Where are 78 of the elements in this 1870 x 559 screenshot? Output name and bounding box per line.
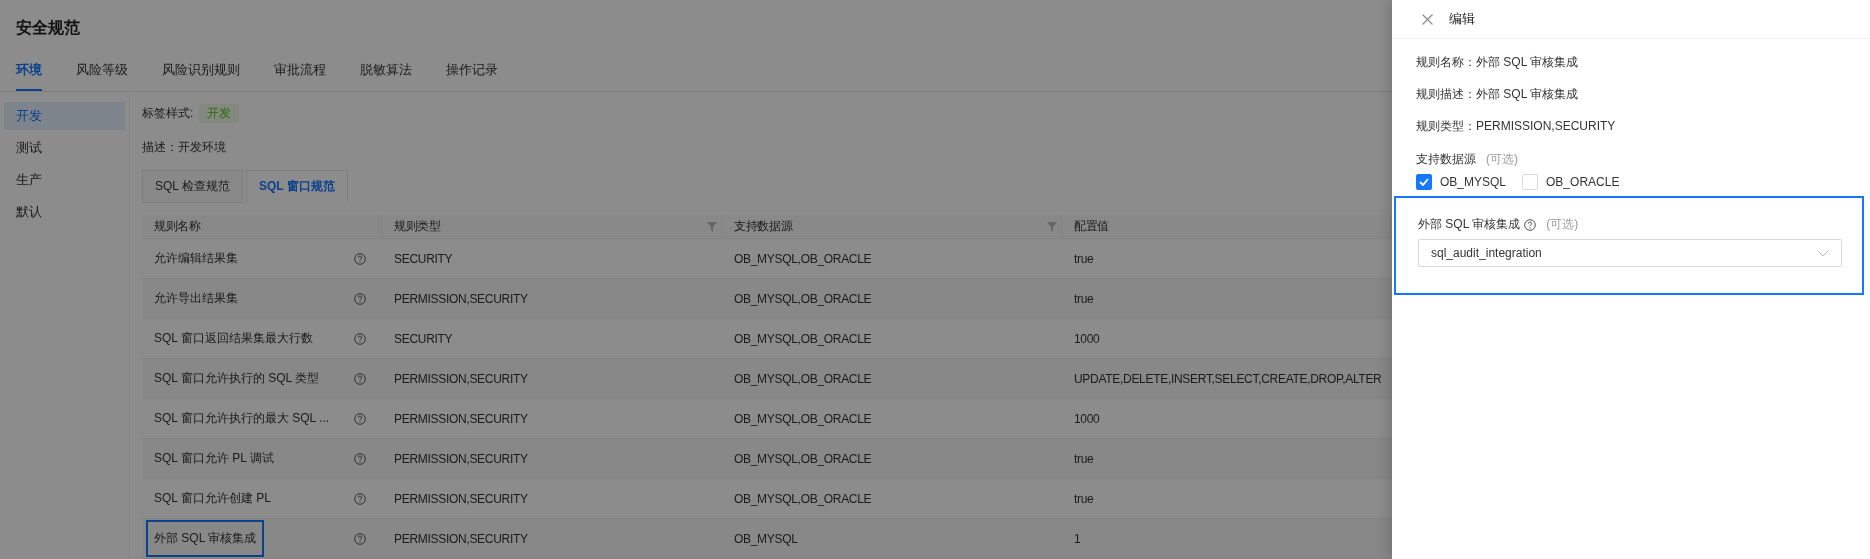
- column-header-text: 配置值: [1074, 218, 1110, 235]
- sub-tab[interactable]: SQL 检查规范: [142, 170, 243, 203]
- help-icon: [354, 252, 366, 265]
- table-cell: PERMISSION,SECURITY: [394, 291, 528, 306]
- help-icon: [1524, 218, 1537, 231]
- table-cell: true: [1074, 491, 1094, 506]
- table-cell: PERMISSION,SECURITY: [394, 531, 528, 546]
- page-title: 安全规范: [16, 19, 80, 36]
- table-cell: OB_MYSQL: [734, 531, 798, 546]
- close-icon[interactable]: [1422, 13, 1433, 25]
- checkbox-label: OB_MYSQL: [1440, 175, 1507, 189]
- table-cell: 1: [1074, 531, 1081, 546]
- help-icon: [354, 532, 366, 545]
- help-icon: [354, 292, 366, 305]
- sidebar-item[interactable]: 默认: [4, 198, 125, 226]
- tab[interactable]: 风险等级: [76, 55, 128, 91]
- table-cell-text: SQL 窗口允许执行的最大 SQL ...: [153, 410, 331, 427]
- table-cell: 1000: [1074, 331, 1100, 346]
- help-icon: [354, 332, 366, 345]
- checkbox-label: OB_ORACLE: [1546, 175, 1620, 189]
- checkbox[interactable]: [1416, 174, 1432, 190]
- table-cell: OB_MYSQL,OB_ORACLE: [734, 491, 872, 506]
- rule-detail: 规则名称：外部 SQL 审核集成: [1416, 55, 1579, 69]
- optional-hint: (可选): [1486, 151, 1518, 168]
- field-label: 外部 SQL 审核集成: [1418, 216, 1521, 233]
- optional-hint: (可选): [1546, 216, 1579, 233]
- rule-detail: 规则类型：PERMISSION,SECURITY: [1416, 119, 1616, 133]
- drawer-title: 编辑: [1449, 10, 1475, 28]
- table-cell-text: SQL 窗口允许创建 PL: [153, 490, 272, 507]
- sidebar-item[interactable]: 测试: [4, 134, 125, 162]
- table-cell: 外部 SQL 审核集成: [146, 520, 265, 557]
- help-icon: [354, 372, 366, 385]
- table-cell-text: 允许导出结果集: [153, 290, 239, 307]
- tag-style-label: 标签样式:: [142, 104, 194, 122]
- tab[interactable]: 脱敏算法: [360, 55, 412, 91]
- table-cell: SECURITY: [394, 331, 453, 346]
- table-cell: PERMISSION,SECURITY: [394, 491, 528, 506]
- table-cell-text: SQL 窗口允许 PL 调试: [153, 450, 275, 467]
- sidebar-item[interactable]: 生产: [4, 166, 125, 194]
- help-icon: [354, 412, 366, 425]
- table-cell: SECURITY: [394, 251, 453, 266]
- table-cell: OB_MYSQL,OB_ORACLE: [734, 411, 872, 426]
- table-cell: true: [1074, 251, 1094, 266]
- table-cell: PERMISSION,SECURITY: [394, 451, 528, 466]
- table-cell: PERMISSION,SECURITY: [394, 411, 528, 426]
- help-icon: [354, 492, 366, 505]
- table-cell: OB_MYSQL,OB_ORACLE: [734, 371, 872, 386]
- table-cell: true: [1074, 451, 1094, 466]
- table-cell-text: 允许编辑结果集: [153, 250, 239, 267]
- tab[interactable]: 审批流程: [274, 55, 326, 91]
- sub-tab[interactable]: SQL 窗口规范: [245, 170, 348, 203]
- table-cell: true: [1074, 291, 1094, 306]
- table-cell: OB_MYSQL,OB_ORACLE: [734, 331, 872, 346]
- tab[interactable]: 风险识别规则: [162, 55, 240, 91]
- check-icon: [1419, 178, 1429, 186]
- rule-detail: 规则描述：外部 SQL 审核集成: [1416, 87, 1579, 101]
- column-header-text: 规则名称: [154, 218, 201, 235]
- table-cell: OB_MYSQL,OB_ORACLE: [734, 251, 872, 266]
- table-cell: OB_MYSQL,OB_ORACLE: [734, 291, 872, 306]
- table-cell: PERMISSION,SECURITY: [394, 371, 528, 386]
- table-cell-text: SQL 窗口允许执行的 SQL 类型: [153, 370, 321, 387]
- sidebar-item[interactable]: 开发: [4, 102, 125, 130]
- environment-tag: 开发: [199, 103, 240, 123]
- column-header-text: 支持数据源: [734, 218, 793, 235]
- integration-select[interactable]: sql_audit_integration: [1418, 239, 1842, 267]
- help-icon: [354, 452, 366, 465]
- table-cell: 1000: [1074, 411, 1100, 426]
- environment-description: 描述：开发环境: [142, 138, 226, 156]
- tab[interactable]: 环境: [16, 55, 42, 91]
- column-header-text: 规则类型: [394, 218, 441, 235]
- tab[interactable]: 操作记录: [446, 55, 498, 91]
- filter-icon[interactable]: [1047, 221, 1057, 232]
- table-cell-text: SQL 窗口返回结果集最大行数: [153, 330, 314, 347]
- field-label: 支持数据源: [1416, 151, 1476, 168]
- table-cell: OB_MYSQL,OB_ORACLE: [734, 451, 872, 466]
- chevron-down-icon: [1817, 249, 1829, 257]
- filter-icon[interactable]: [707, 221, 717, 232]
- table-cell: UPDATE,DELETE,INSERT,SELECT,CREATE,DROP,ALTER: [1074, 371, 1382, 386]
